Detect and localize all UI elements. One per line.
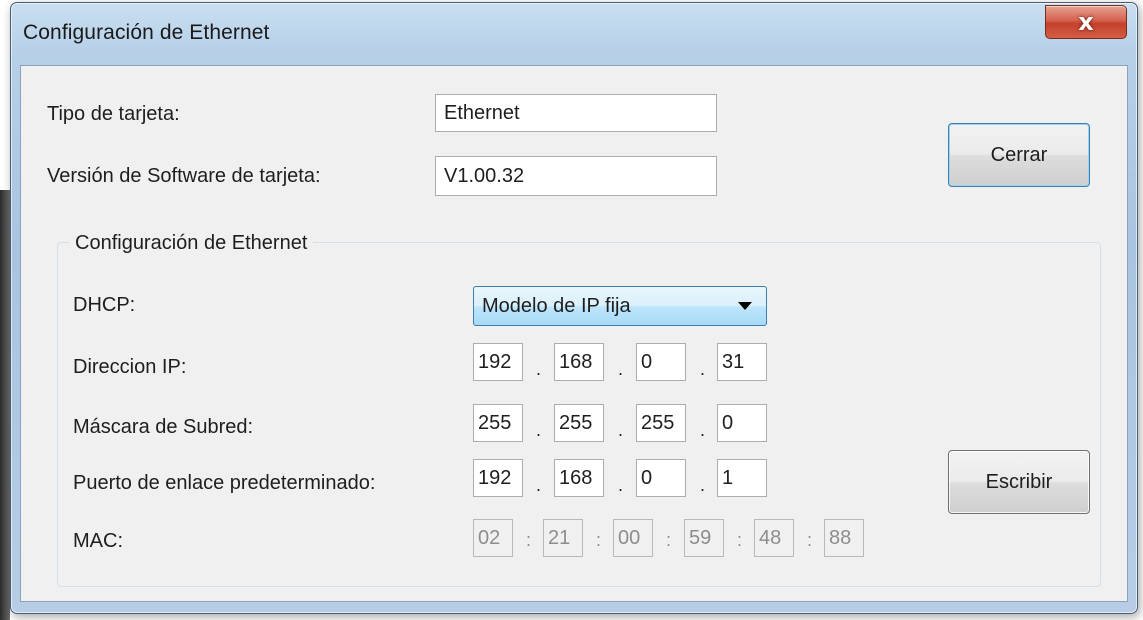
mac-colon-separator: :	[807, 530, 813, 550]
software-version-label: Versión de Software de tarjeta:	[47, 165, 321, 187]
group-title: Configuración de Ethernet	[69, 232, 314, 255]
mac-byte-2: 21	[543, 519, 583, 557]
mac-colon-separator: :	[526, 530, 532, 550]
mac-label: MAC:	[73, 530, 123, 552]
ip-octet-4[interactable]: 31	[717, 343, 767, 381]
write-button[interactable]: Escribir	[948, 450, 1090, 514]
title-bar[interactable]: Configuración de Ethernet x	[11, 3, 1137, 63]
ip-octet-1[interactable]: 192	[473, 343, 523, 381]
close-icon: x	[1078, 8, 1094, 36]
dhcp-label: DHCP:	[73, 294, 136, 316]
gateway-label: Puerto de enlace predeterminado:	[73, 472, 376, 494]
close-button[interactable]: Cerrar	[948, 123, 1090, 187]
mask-dot-separator: .	[536, 420, 542, 440]
mac-byte-6: 88	[824, 519, 864, 557]
ip-dot-separator: .	[700, 359, 706, 379]
card-type-label: Tipo de tarjeta:	[47, 103, 180, 125]
mask-octet-4[interactable]: 0	[717, 404, 767, 442]
gateway-octet-1[interactable]: 192	[473, 459, 523, 497]
ip-dot-separator: .	[536, 359, 542, 379]
ethernet-config-window: Configuración de Ethernet x Tipo de tarj…	[10, 2, 1138, 614]
mac-colon-separator: :	[596, 530, 602, 550]
gateway-octet-2[interactable]: 168	[554, 459, 604, 497]
window-title: Configuración de Ethernet	[23, 21, 270, 44]
ip-dot-separator: .	[618, 359, 624, 379]
ip-address-label: Direccion IP:	[73, 356, 187, 378]
mask-octet-3[interactable]: 255	[636, 404, 686, 442]
dhcp-dropdown[interactable]: Modelo de IP fija	[473, 286, 767, 326]
gateway-octet-3[interactable]: 0	[636, 459, 686, 497]
background-edge	[0, 190, 10, 620]
mask-dot-separator: .	[618, 420, 624, 440]
mask-octet-1[interactable]: 255	[473, 404, 523, 442]
window-close-button[interactable]: x	[1045, 5, 1127, 39]
subnet-mask-label: Máscara de Subred:	[73, 416, 254, 438]
mac-byte-5: 48	[754, 519, 794, 557]
mac-byte-3: 00	[613, 519, 653, 557]
gateway-dot-separator: .	[536, 475, 542, 495]
dhcp-selected-value: Modelo de IP fija	[482, 294, 631, 317]
mac-byte-4: 59	[684, 519, 724, 557]
mask-octet-2[interactable]: 255	[554, 404, 604, 442]
mask-dot-separator: .	[700, 420, 706, 440]
card-type-field[interactable]: Ethernet	[435, 94, 717, 132]
ip-octet-2[interactable]: 168	[554, 343, 604, 381]
mac-byte-1: 02	[473, 519, 513, 557]
gateway-dot-separator: .	[700, 475, 706, 495]
gateway-octet-4[interactable]: 1	[717, 459, 767, 497]
ip-octet-3[interactable]: 0	[636, 343, 686, 381]
software-version-field[interactable]: V1.00.32	[435, 156, 717, 196]
mac-colon-separator: :	[737, 530, 743, 550]
gateway-dot-separator: .	[618, 475, 624, 495]
mac-colon-separator: :	[666, 530, 672, 550]
chevron-down-icon	[738, 302, 752, 310]
dialog-client-area: Tipo de tarjeta: Ethernet Versión de Sof…	[20, 65, 1128, 602]
